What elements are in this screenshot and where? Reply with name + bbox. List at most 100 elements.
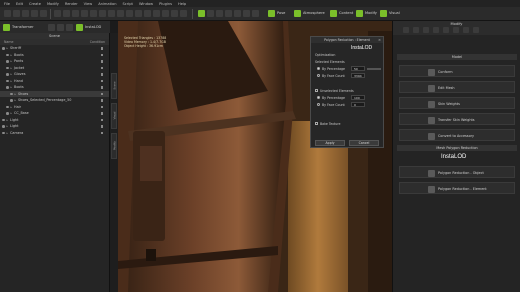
visibility-eye-icon[interactable] bbox=[6, 112, 9, 115]
select-icon[interactable] bbox=[54, 10, 61, 17]
convert-to-accessory-button[interactable]: Convert to Accessory bbox=[399, 129, 515, 141]
texture-icon[interactable] bbox=[423, 27, 429, 33]
menu-edit[interactable]: Edit bbox=[16, 2, 23, 6]
visibility-eye-icon[interactable] bbox=[6, 73, 9, 76]
menu-modify[interactable]: Modify bbox=[47, 2, 59, 6]
grid-icon[interactable] bbox=[126, 10, 133, 17]
visibility-eye-icon[interactable] bbox=[6, 86, 9, 89]
visual-icon[interactable] bbox=[380, 10, 387, 17]
condition-checkbox[interactable] bbox=[100, 118, 103, 121]
tab-modify[interactable]: Modify bbox=[111, 133, 117, 159]
content-tab-label[interactable]: Content bbox=[339, 11, 353, 15]
camera-icon[interactable] bbox=[108, 10, 115, 17]
instalod-icon[interactable] bbox=[76, 23, 83, 31]
expand-arrow-icon[interactable]: ▸ bbox=[7, 131, 9, 135]
polygon-reduction-section-header[interactable]: Mesh Polygon Reduction bbox=[397, 145, 517, 151]
transfer-skin-weights-button[interactable]: Transfer Skin Weights bbox=[399, 113, 515, 125]
content-icon[interactable] bbox=[330, 10, 337, 17]
visibility-eye-icon[interactable] bbox=[6, 60, 9, 63]
apply-button[interactable]: Apply bbox=[315, 140, 345, 146]
condition-checkbox[interactable] bbox=[100, 53, 103, 56]
morph-icon[interactable] bbox=[433, 27, 439, 33]
mesh-icon[interactable] bbox=[57, 23, 64, 31]
pose-icon[interactable] bbox=[268, 10, 275, 17]
tab-scene[interactable]: Scene bbox=[111, 73, 117, 99]
expand-arrow-icon[interactable]: ▸ bbox=[11, 79, 13, 83]
scene-tree-item[interactable]: ▸ Camera bbox=[0, 130, 109, 137]
visibility-eye-icon[interactable] bbox=[6, 105, 9, 108]
shade-icon[interactable] bbox=[144, 10, 151, 17]
link-icon[interactable] bbox=[66, 23, 73, 31]
by-percentage-radio-2[interactable] bbox=[317, 96, 320, 99]
view-icon[interactable] bbox=[162, 10, 169, 17]
physics-icon[interactable] bbox=[453, 27, 459, 33]
unselected-elements-checkbox[interactable] bbox=[315, 89, 318, 92]
snap-icon[interactable] bbox=[99, 10, 106, 17]
visibility-eye-icon[interactable] bbox=[6, 79, 9, 82]
expand-arrow-icon[interactable]: ▸ bbox=[7, 124, 9, 128]
open-file-icon[interactable] bbox=[13, 10, 20, 17]
redo-icon[interactable] bbox=[40, 10, 47, 17]
wire-icon[interactable] bbox=[135, 10, 142, 17]
visibility-eye-icon[interactable] bbox=[10, 99, 13, 102]
expand-arrow-icon[interactable]: ▸ bbox=[11, 66, 13, 70]
modify-tab-label[interactable]: Modify bbox=[365, 11, 377, 15]
polygon-reduction-object-button[interactable]: Polygon Reduction - Object bbox=[399, 166, 515, 178]
condition-checkbox[interactable] bbox=[100, 112, 103, 115]
menu-window[interactable]: Window bbox=[139, 2, 153, 6]
move-icon[interactable] bbox=[63, 10, 70, 17]
visibility-eye-icon[interactable] bbox=[2, 47, 5, 50]
polygon-reduction-element-button[interactable]: Polygon Reduction - Element bbox=[399, 182, 515, 194]
condition-checkbox[interactable] bbox=[100, 105, 103, 108]
screenshot-icon[interactable] bbox=[243, 10, 250, 17]
menu-create[interactable]: Create bbox=[29, 2, 41, 6]
expand-arrow-icon[interactable]: ▸ bbox=[15, 92, 17, 96]
expand-arrow-icon[interactable]: ▸ bbox=[11, 72, 13, 76]
frame-icon[interactable] bbox=[153, 10, 160, 17]
menu-plugins[interactable]: Plugins bbox=[159, 2, 172, 6]
visibility-eye-icon[interactable] bbox=[6, 53, 9, 56]
visibility-eye-icon[interactable] bbox=[2, 125, 5, 128]
gizmo-icon[interactable] bbox=[90, 10, 97, 17]
atmosphere-tab-label[interactable]: Atmosphere bbox=[303, 11, 325, 15]
attribute-icon[interactable] bbox=[403, 27, 409, 33]
condition-checkbox[interactable] bbox=[100, 79, 103, 82]
expand-arrow-icon[interactable]: ▸ bbox=[15, 98, 17, 102]
transformer-label[interactable]: Transformer bbox=[12, 25, 34, 29]
expand-arrow-icon[interactable]: ▸ bbox=[7, 118, 9, 122]
dialog-title-bar[interactable]: Polygon Reduction : Element × bbox=[311, 37, 383, 43]
focus-icon[interactable] bbox=[171, 10, 178, 17]
menu-render[interactable]: Render bbox=[65, 2, 78, 6]
bake-texture-checkbox[interactable] bbox=[315, 122, 318, 125]
condition-checkbox[interactable] bbox=[100, 86, 103, 89]
condition-checkbox[interactable] bbox=[100, 73, 103, 76]
expand-arrow-icon[interactable]: ▸ bbox=[7, 46, 9, 50]
stop-icon[interactable] bbox=[207, 10, 214, 17]
scale-icon[interactable] bbox=[81, 10, 88, 17]
condition-checkbox[interactable] bbox=[100, 60, 103, 63]
play-icon[interactable] bbox=[198, 10, 205, 17]
menu-view[interactable]: View bbox=[84, 2, 93, 6]
cancel-button[interactable]: Cancel bbox=[349, 140, 379, 146]
isolate-icon[interactable] bbox=[180, 10, 187, 17]
expand-arrow-icon[interactable]: ▸ bbox=[11, 53, 13, 57]
settings-icon[interactable] bbox=[48, 23, 55, 31]
condition-checkbox[interactable] bbox=[100, 131, 103, 134]
edit-mesh-button[interactable]: Edit Mesh bbox=[399, 81, 515, 93]
rotate-icon[interactable] bbox=[72, 10, 79, 17]
visibility-eye-icon[interactable] bbox=[2, 131, 5, 134]
render-icon[interactable] bbox=[225, 10, 232, 17]
extra-icon[interactable] bbox=[473, 27, 479, 33]
condition-checkbox[interactable] bbox=[100, 125, 103, 128]
visibility-eye-icon[interactable] bbox=[2, 118, 5, 121]
percentage-field[interactable]: 50 bbox=[351, 66, 365, 71]
motion-icon[interactable] bbox=[443, 27, 449, 33]
preview-icon[interactable] bbox=[234, 10, 241, 17]
atmosphere-icon[interactable] bbox=[294, 10, 301, 17]
close-icon[interactable]: × bbox=[378, 37, 381, 43]
condition-checkbox[interactable] bbox=[100, 66, 103, 69]
plugin-icon[interactable] bbox=[463, 27, 469, 33]
expand-arrow-icon[interactable]: ▸ bbox=[11, 85, 13, 89]
by-face-count-radio-2[interactable] bbox=[317, 103, 320, 106]
menu-script[interactable]: Script bbox=[123, 2, 133, 6]
